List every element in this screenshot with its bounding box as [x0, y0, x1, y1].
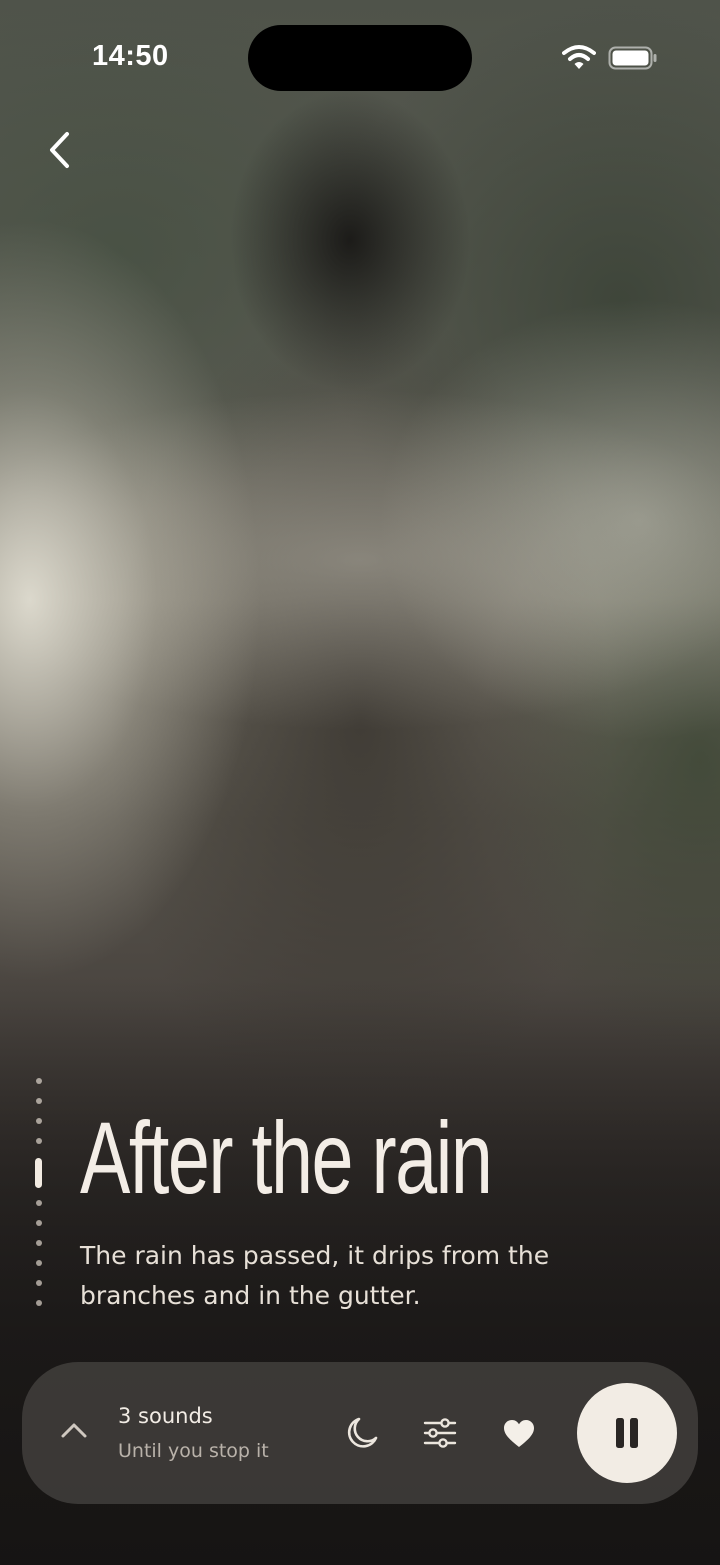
- pause-button[interactable]: [577, 1383, 677, 1483]
- moon-icon: [347, 1417, 378, 1448]
- page-dot[interactable]: [36, 1300, 42, 1306]
- page-dot[interactable]: [36, 1078, 42, 1084]
- heart-icon: [504, 1420, 534, 1447]
- pause-icon: [616, 1418, 638, 1448]
- mixer-button[interactable]: [421, 1414, 459, 1452]
- duration-label: Until you stop it: [118, 1440, 269, 1462]
- favorite-button[interactable]: [500, 1414, 538, 1452]
- page-dot[interactable]: [36, 1240, 42, 1246]
- sound-title: After the rain: [80, 1101, 493, 1215]
- wifi-icon: [562, 45, 596, 69]
- dynamic-island: [248, 25, 472, 91]
- page-dot[interactable]: [36, 1280, 42, 1286]
- sliders-icon: [423, 1418, 457, 1448]
- chevron-up-icon: [61, 1423, 87, 1438]
- page-dot[interactable]: [36, 1118, 42, 1124]
- page-dot[interactable]: [36, 1220, 42, 1226]
- expand-button[interactable]: [56, 1412, 92, 1448]
- sound-description: The rain has passed, it drips from the b…: [80, 1241, 550, 1310]
- page-dot[interactable]: [36, 1138, 42, 1144]
- page-dot[interactable]: [36, 1098, 42, 1104]
- sounds-count-label: 3 sounds: [118, 1404, 213, 1428]
- page-dot-active[interactable]: [35, 1158, 42, 1188]
- status-time: 14:50: [92, 40, 169, 72]
- battery-icon: [608, 46, 657, 70]
- screen: 14:50 After the rain The rain has passed…: [0, 0, 720, 1565]
- page-dot[interactable]: [36, 1200, 42, 1206]
- page-dot[interactable]: [36, 1260, 42, 1266]
- back-button[interactable]: [36, 126, 84, 174]
- player-bar[interactable]: 3 sounds Until you stop it: [22, 1362, 698, 1504]
- sleep-timer-button[interactable]: [343, 1414, 381, 1452]
- chevron-left-icon: [50, 132, 69, 168]
